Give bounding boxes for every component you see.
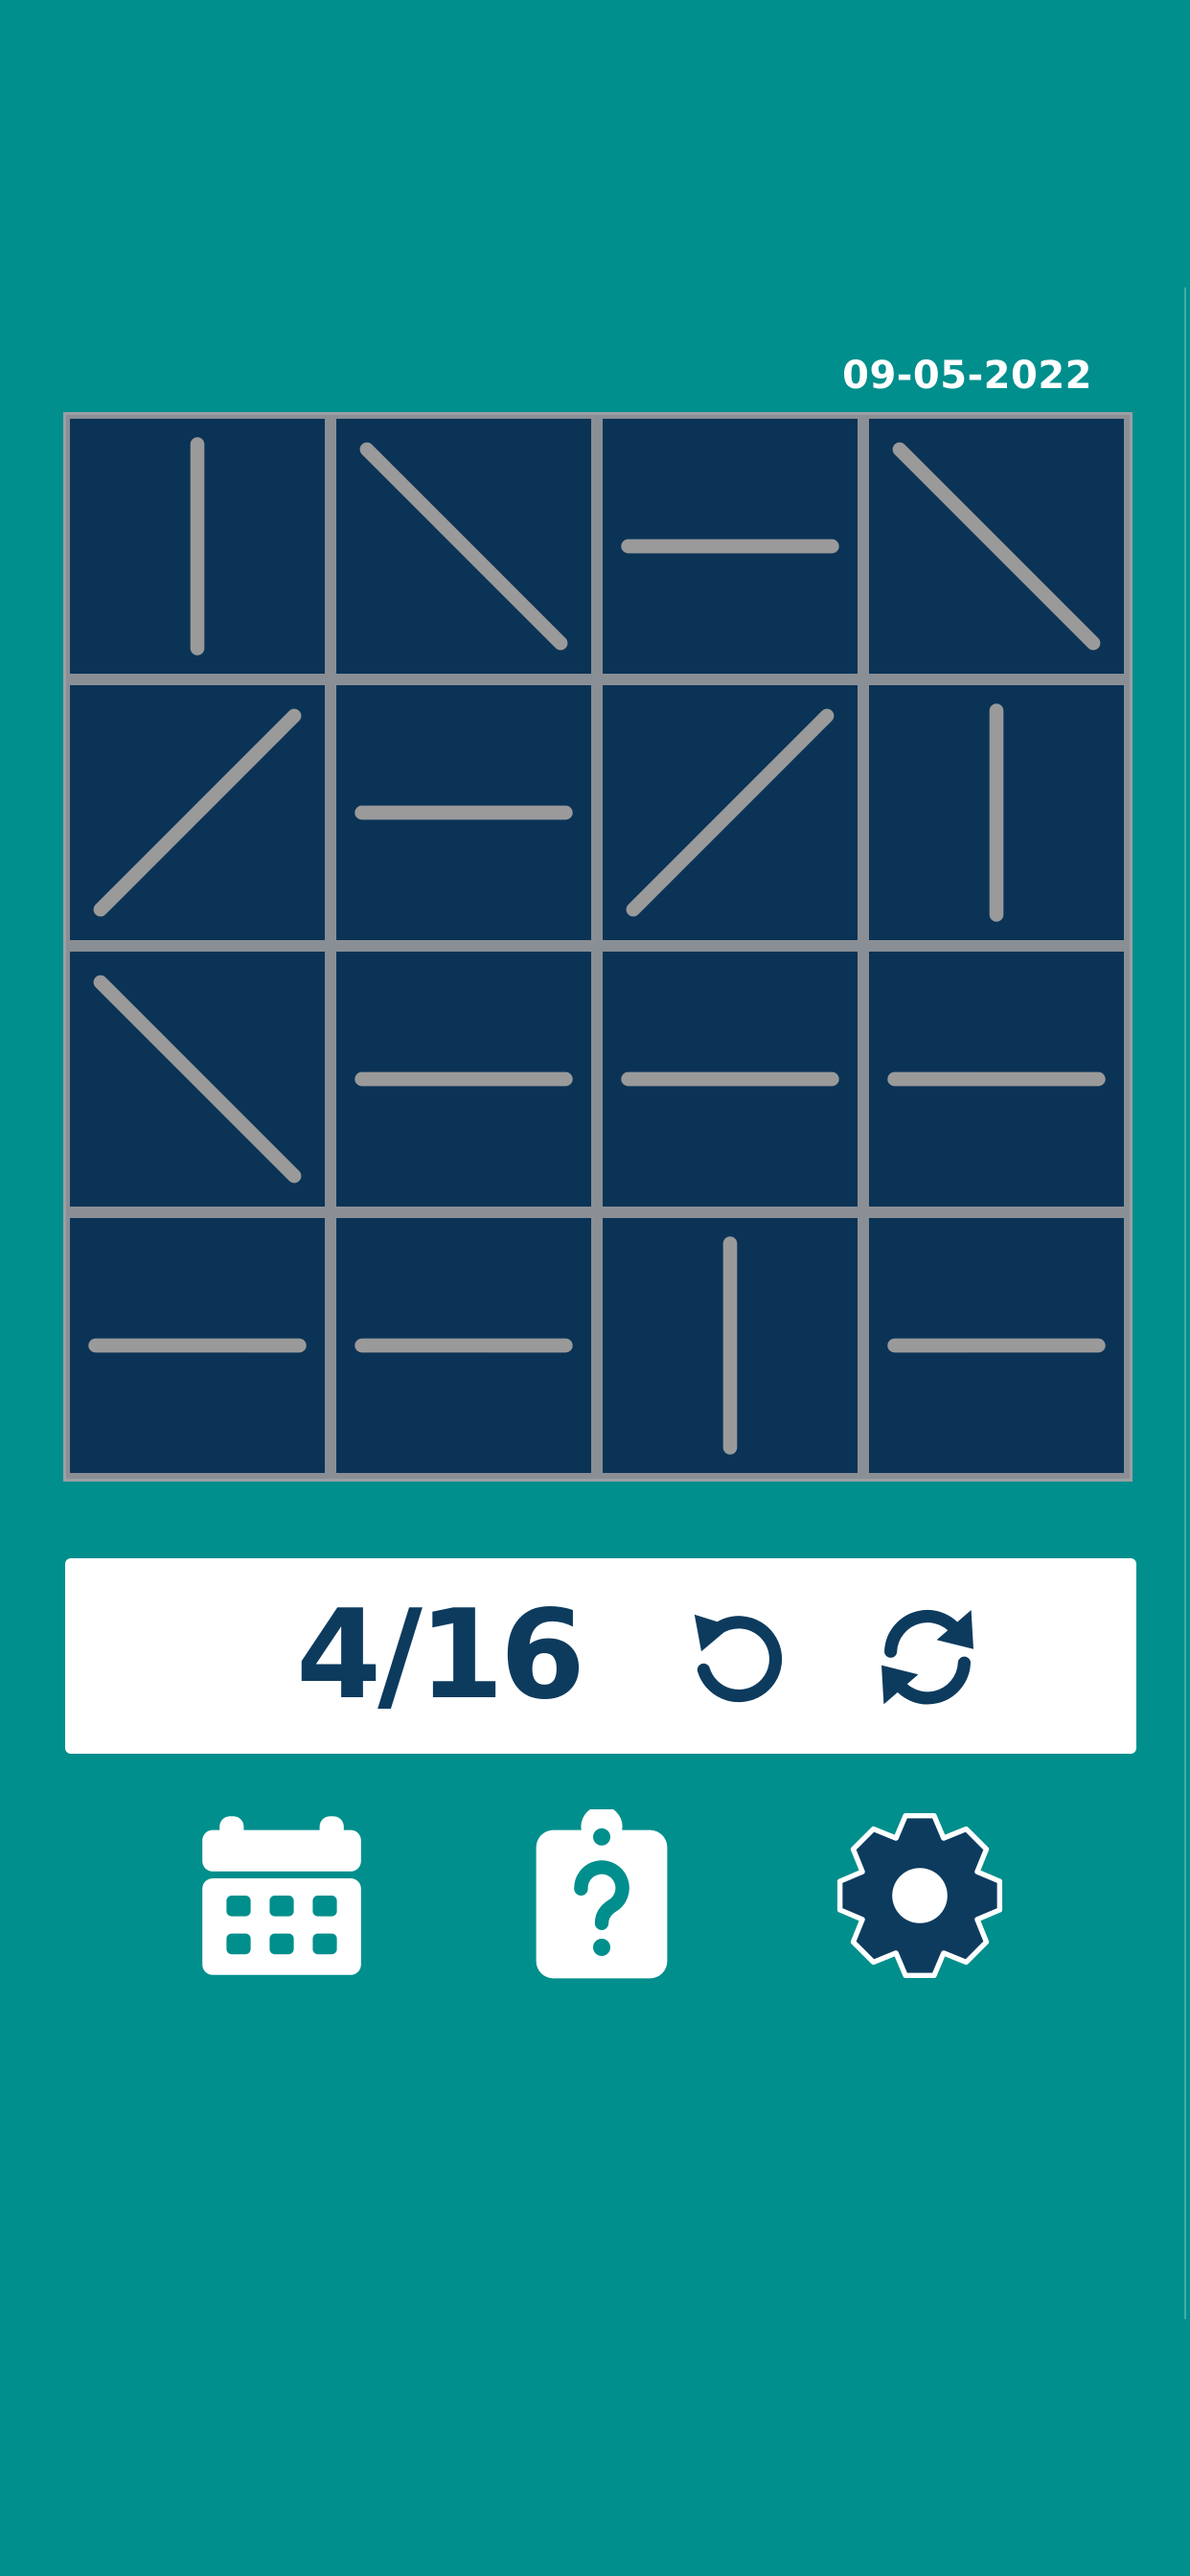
tile-line-horizontal — [355, 805, 573, 820]
refresh-icon — [881, 1609, 973, 1705]
tile-line-horizontal — [887, 1071, 1106, 1087]
tile-line-diag-down — [359, 442, 568, 651]
tile-r1-c4[interactable] — [869, 419, 1124, 674]
tile-line-horizontal — [887, 1338, 1106, 1353]
undo-button[interactable] — [678, 1598, 793, 1714]
tile-line-horizontal — [621, 539, 839, 554]
scroll-edge — [1184, 288, 1186, 2319]
tile-r1-c1[interactable] — [70, 419, 325, 674]
tile-line-horizontal — [355, 1071, 573, 1087]
tile-r2-c2[interactable] — [336, 685, 591, 940]
tile-r4-c3[interactable] — [603, 1218, 858, 1473]
tile-r2-c3[interactable] — [603, 685, 858, 940]
tile-r4-c4[interactable] — [869, 1218, 1124, 1473]
tile-r2-c1[interactable] — [70, 685, 325, 940]
tile-line-horizontal — [88, 1338, 307, 1353]
score-counter: 4/16 — [296, 1584, 585, 1727]
tile-r3-c1[interactable] — [70, 952, 325, 1207]
game-screen: 09-05-2022 4/16 — [0, 0, 1190, 2576]
status-bar: 4/16 — [65, 1558, 1136, 1754]
calendar-button[interactable] — [195, 1809, 368, 1982]
tile-r4-c1[interactable] — [70, 1218, 325, 1473]
tile-line-horizontal — [355, 1338, 573, 1353]
tile-r4-c2[interactable] — [336, 1218, 591, 1473]
undo-icon — [694, 1614, 783, 1703]
tile-r1-c2[interactable] — [336, 419, 591, 674]
tile-line-vertical — [722, 1236, 738, 1455]
puzzle-date: 09-05-2022 — [842, 354, 1092, 398]
tile-r1-c3[interactable] — [603, 419, 858, 674]
tile-r3-c4[interactable] — [869, 952, 1124, 1207]
tile-line-vertical — [989, 703, 1004, 922]
settings-button[interactable] — [834, 1809, 1006, 1982]
reset-button[interactable] — [870, 1598, 985, 1714]
tile-r3-c3[interactable] — [603, 952, 858, 1207]
tile-line-diag-down — [93, 975, 302, 1184]
tile-line-vertical — [190, 437, 205, 656]
tile-line-diag-up — [93, 708, 302, 917]
tile-line-diag-up — [626, 708, 835, 917]
gear-icon — [836, 1812, 1003, 1979]
tile-line-horizontal — [621, 1071, 839, 1087]
tile-line-diag-down — [892, 442, 1101, 651]
help-button[interactable] — [515, 1809, 688, 1982]
clipboard-question-icon — [536, 1809, 668, 1979]
tile-r3-c2[interactable] — [336, 952, 591, 1207]
tile-r2-c4[interactable] — [869, 685, 1124, 940]
calendar-icon — [202, 1816, 361, 1975]
puzzle-board — [63, 412, 1133, 1482]
